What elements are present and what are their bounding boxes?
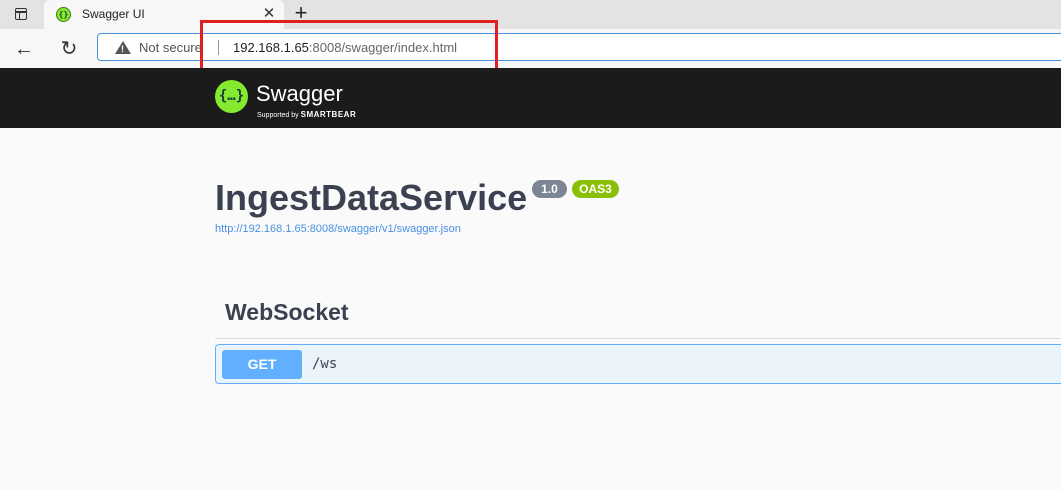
tab-title: Swagger UI [82, 7, 145, 21]
swagger-logo-icon[interactable]: {…} [215, 80, 248, 113]
url-highlight-box [200, 20, 498, 75]
tagline-prefix: Supported by [257, 112, 299, 119]
swagger-brand[interactable]: Swagger [256, 81, 343, 107]
http-method-badge: GET [222, 350, 302, 379]
api-title: IngestDataService [215, 177, 528, 218]
swagger-json-link[interactable]: http://192.168.1.65:8008/swagger/v1/swag… [215, 223, 461, 235]
swagger-tagline: Supported by SMARTBEAR [257, 110, 356, 119]
oas-badge: OAS3 [572, 180, 619, 198]
back-button[interactable]: ← [11, 36, 37, 62]
tagline-brand: SMARTBEAR [300, 110, 357, 119]
reload-button[interactable]: ↻ [56, 36, 82, 62]
security-indicator[interactable]: Not secure [139, 40, 202, 55]
swagger-topbar: {…} Swagger Supported by SMARTBEAR [0, 68, 1061, 128]
warning-icon[interactable]: ! [115, 41, 131, 54]
tab-actions-button[interactable] [6, 3, 36, 25]
window-icon [15, 8, 27, 20]
operation-get-ws[interactable]: GET /ws [215, 344, 1061, 384]
tag-section-title[interactable]: WebSocket [225, 299, 349, 326]
browser-toolbar: ← ↻ ! Not secure 192.168.1.65:8008/swagg… [0, 29, 1061, 69]
version-badge: 1.0 [532, 180, 567, 198]
tag-divider [215, 338, 1061, 339]
browser-tab-bar: {} Swagger UI ✕ + [0, 0, 1061, 29]
operation-path: /ws [312, 356, 338, 372]
swagger-favicon-icon: {} [56, 7, 71, 22]
